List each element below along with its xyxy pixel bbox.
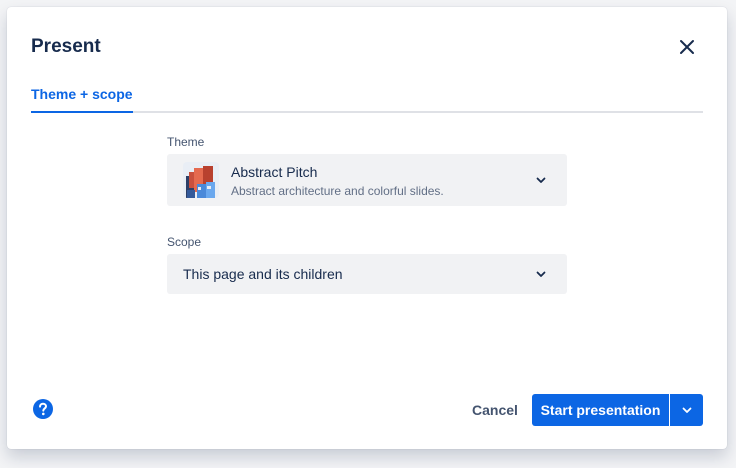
question-icon <box>33 399 53 419</box>
theme-description: Abstract architecture and colorful slide… <box>231 184 444 198</box>
tab-theme-scope[interactable]: Theme + scope <box>31 85 133 113</box>
abstract-architecture-thumbnail <box>183 162 219 198</box>
start-options-button[interactable] <box>670 394 703 426</box>
scope-label: Scope <box>167 235 202 249</box>
theme-label: Theme <box>167 135 205 149</box>
help-button[interactable] <box>32 398 54 420</box>
scope-select[interactable]: This page and its children <box>167 254 567 294</box>
cancel-button[interactable]: Cancel <box>465 394 525 426</box>
theme-name: Abstract Pitch <box>231 164 318 180</box>
dialog-title: Present <box>31 36 101 57</box>
close-icon <box>680 40 694 54</box>
close-button[interactable] <box>673 33 701 61</box>
chevron-down-icon <box>536 177 546 183</box>
start-presentation-button[interactable]: Start presentation <box>532 394 669 426</box>
present-dialog: Present Theme + scope Theme Abstract Pit <box>7 7 727 449</box>
theme-select[interactable]: Abstract Pitch Abstract architecture and… <box>167 154 567 206</box>
chevron-down-icon <box>682 407 691 413</box>
tab-list: Theme + scope <box>31 85 703 113</box>
chevron-down-icon <box>536 271 546 277</box>
scope-value: This page and its children <box>183 266 343 282</box>
